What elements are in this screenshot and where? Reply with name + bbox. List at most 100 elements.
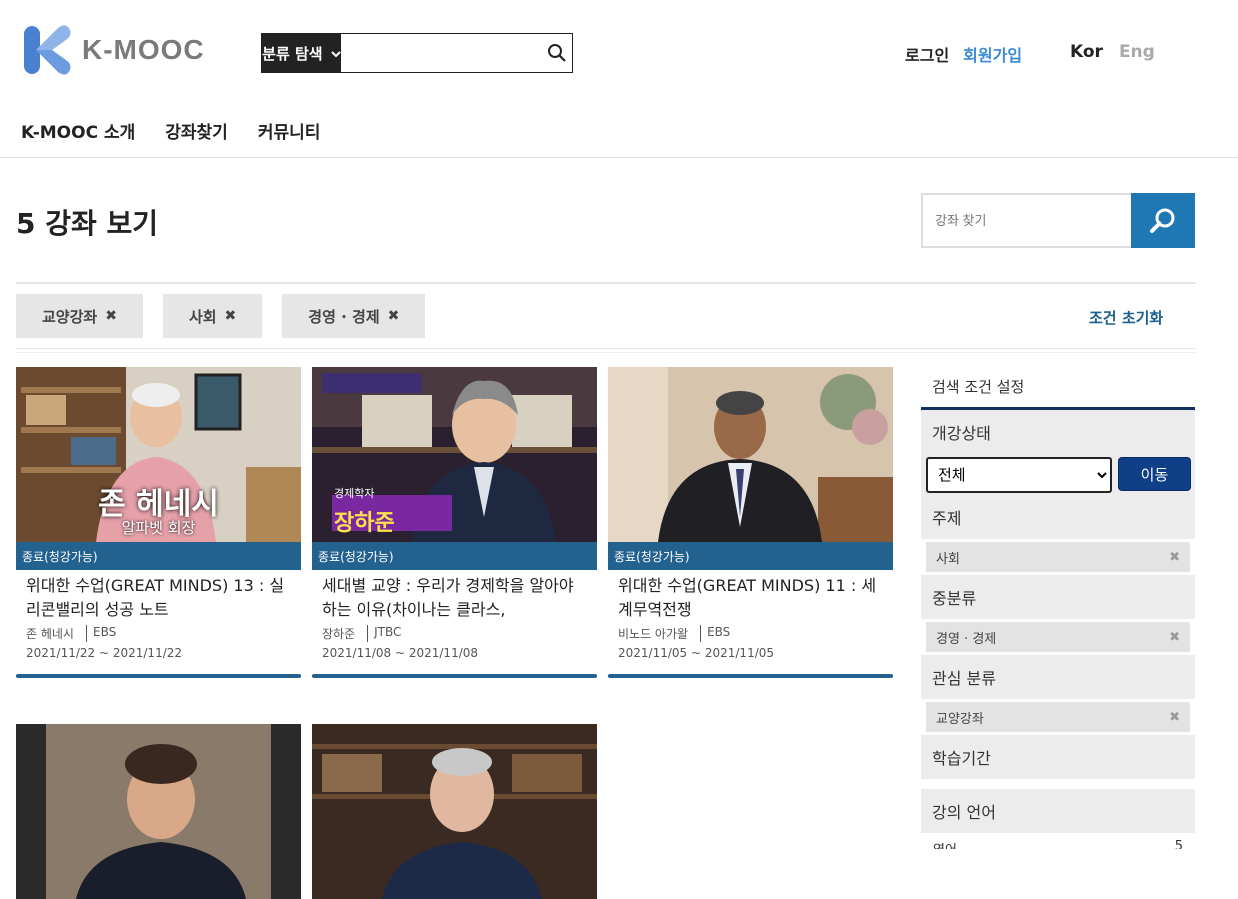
filter-chip[interactable]: 교양강좌 ✖ (16, 294, 143, 338)
close-icon[interactable]: ✖ (388, 308, 400, 324)
filter-chip-label: 경영 · 경제 (308, 307, 380, 326)
language-item-count: 5 (1174, 839, 1183, 849)
language-item[interactable]: 영어 5 (921, 833, 1195, 849)
filter-chip[interactable]: 경영 · 경제 ✖ (282, 294, 426, 338)
nav-item-community[interactable]: 커뮤니티 (258, 118, 321, 143)
course-org: JTBC (367, 625, 401, 642)
chevron-down-icon (330, 44, 341, 62)
lang-kor-link[interactable]: Kor (1070, 42, 1103, 62)
course-thumbnail[interactable]: 장하준 경제학자 (312, 367, 597, 542)
nav-item-about[interactable]: K-MOOC 소개 (21, 118, 135, 143)
course-card[interactable]: 종료(청강가능) 위대한 수업(GREAT MINDS) 11 : 세계무역전쟁… (608, 367, 893, 678)
course-card[interactable]: 존 헤네시 알파벳 회장 종료(청강가능) 위대한 수업(GREAT MINDS… (16, 367, 301, 678)
course-search (921, 193, 1195, 248)
filter-tag-row: 경영 · 경제 ✖ (921, 619, 1195, 655)
sidebar-title: 검색 조건 설정 (921, 366, 1195, 410)
language-item-label: 영어 (933, 839, 957, 849)
category-browse-label: 분류 탐색 (262, 44, 323, 63)
course-meta: 존 헤네시 EBS (16, 622, 301, 642)
status-badge: 종료(청강가능) (16, 542, 301, 570)
thumbnail-subcaption: 경제학자 (334, 487, 375, 500)
main-nav: K-MOOC 소개 강좌찾기 커뮤니티 (21, 118, 320, 143)
course-instructor: 장하준 (322, 627, 356, 641)
divider (16, 282, 1196, 284)
divider (16, 348, 1196, 349)
status-select[interactable]: 전체 (926, 457, 1112, 493)
search-icon[interactable] (542, 34, 572, 72)
signup-link[interactable]: 회원가입 (963, 42, 1022, 66)
logo-text: K-MOOC (82, 34, 205, 65)
course-org: EBS (85, 625, 116, 642)
course-instructor: 비노드 아가왈 (618, 627, 689, 641)
search-icon (1150, 208, 1175, 233)
status-badge: 종료(청강가능) (608, 542, 893, 570)
course-title[interactable]: 위대한 수업(GREAT MINDS) 13 : 실리콘밸리의 성공 노트 (16, 570, 301, 622)
search-filter-sidebar: 검색 조건 설정 개강상태 전체 이동 주제 사회 ✖ 중분류 경영 · 경제 … (921, 366, 1195, 849)
course-dates: 2021/11/05 ~ 2021/11/05 (618, 646, 775, 660)
category-search: 분류 탐색 (261, 33, 573, 73)
filter-group-subcategory[interactable]: 중분류 (921, 575, 1195, 619)
filter-group-status[interactable]: 개강상태 (921, 410, 1195, 454)
reset-filters-link[interactable]: 조건 초기화 (1089, 307, 1163, 328)
course-meta: 비노드 아가왈 EBS (608, 622, 893, 642)
course-card[interactable] (312, 724, 597, 899)
filter-tag[interactable]: 교양강좌 ✖ (926, 702, 1190, 732)
page-title: 5 강좌 보기 (16, 207, 159, 240)
course-dates: 2021/11/08 ~ 2021/11/08 (322, 646, 479, 660)
filter-group-period[interactable]: 학습기간 (921, 735, 1195, 779)
filter-tag[interactable]: 경영 · 경제 ✖ (926, 622, 1190, 652)
auth-links: 로그인 회원가입 (905, 42, 1022, 66)
thumbnail-subcaption: 알파벳 회장 (121, 519, 196, 537)
divider (16, 352, 1196, 353)
thumbnail-caption: 장하준 (334, 511, 395, 536)
site-logo[interactable]: K-MOOC (22, 24, 205, 76)
course-card[interactable]: 장하준 경제학자 종료(청강가능) 세대별 교양 : 우리가 경제학을 알아야하… (312, 367, 597, 678)
course-card[interactable] (16, 724, 301, 899)
course-org: EBS (700, 625, 730, 642)
course-thumbnail[interactable] (16, 724, 301, 899)
category-search-input[interactable] (340, 34, 542, 72)
nav-item-find-course[interactable]: 강좌찾기 (165, 118, 228, 143)
close-icon[interactable]: ✖ (1169, 630, 1180, 645)
course-title[interactable]: 위대한 수업(GREAT MINDS) 11 : 세계무역전쟁 (608, 570, 893, 622)
filter-tag[interactable]: 사회 ✖ (926, 542, 1190, 572)
site-header: K-MOOC 분류 탐색 로그인 회원가입 Kor Eng K-MOOC 소개 … (0, 0, 1238, 158)
filter-chip-label: 사회 (188, 307, 217, 326)
language-switcher: Kor Eng (1070, 42, 1155, 62)
filter-tag-label: 사회 (936, 551, 960, 567)
filter-chip[interactable]: 사회 ✖ (162, 294, 263, 338)
filter-chip-label: 교양강좌 (42, 307, 98, 326)
card-underline (608, 674, 893, 678)
close-icon[interactable]: ✖ (1169, 710, 1180, 725)
course-instructor: 존 헤네시 (26, 627, 74, 641)
close-icon[interactable]: ✖ (1169, 550, 1180, 565)
lang-eng-link[interactable]: Eng (1119, 42, 1155, 62)
status-badge: 종료(청강가능) (312, 542, 597, 570)
course-meta: 장하준 JTBC (312, 622, 597, 642)
card-underline (312, 674, 597, 678)
filter-group-topic[interactable]: 주제 (921, 495, 1195, 539)
course-thumbnail[interactable] (608, 367, 893, 542)
active-filter-chips: 교양강좌 ✖ 사회 ✖ 경영 · 경제 ✖ (16, 294, 426, 338)
filter-group-language[interactable]: 강의 언어 (921, 789, 1195, 833)
login-link[interactable]: 로그인 (905, 42, 949, 66)
course-search-input[interactable] (921, 193, 1131, 248)
status-select-row: 전체 이동 (921, 454, 1195, 495)
course-search-button[interactable] (1131, 193, 1195, 248)
card-underline (16, 674, 301, 678)
close-icon[interactable]: ✖ (225, 308, 237, 324)
k-logo-icon (22, 24, 74, 76)
close-icon[interactable]: ✖ (105, 308, 117, 324)
filter-tag-row: 사회 ✖ (921, 539, 1195, 575)
filter-tag-row: 교양강좌 ✖ (921, 699, 1195, 735)
course-thumbnail[interactable]: 존 헤네시 알파벳 회장 (16, 367, 301, 542)
spacer (921, 779, 1195, 789)
filter-tag-label: 교양강좌 (936, 711, 984, 727)
course-title[interactable]: 세대별 교양 : 우리가 경제학을 알아야하는 이유(차이나는 클라스, (312, 570, 597, 622)
course-thumbnail[interactable] (312, 724, 597, 899)
move-button[interactable]: 이동 (1117, 457, 1191, 491)
category-browse-button[interactable]: 분류 탐색 (262, 34, 341, 72)
course-dates: 2021/11/22 ~ 2021/11/22 (26, 646, 183, 660)
filter-group-interest[interactable]: 관심 분류 (921, 655, 1195, 699)
filter-tag-label: 경영 · 경제 (936, 631, 997, 647)
